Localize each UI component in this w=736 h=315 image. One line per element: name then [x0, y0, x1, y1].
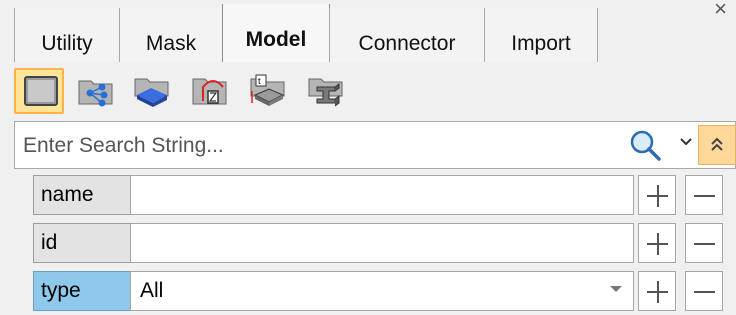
remove-filter-button[interactable] — [685, 223, 723, 263]
filter-select-type-value: All — [140, 279, 164, 302]
dimension-icon — [192, 78, 227, 105]
filter-row-type: type All — [14, 267, 736, 315]
model-browser-button[interactable] — [14, 68, 64, 114]
solid-block-icon — [134, 78, 169, 107]
dimension-button[interactable] — [186, 68, 236, 114]
beam-section-icon — [308, 78, 343, 107]
tab-mask[interactable]: Mask — [119, 8, 223, 62]
tab-connector[interactable]: Connector — [329, 8, 485, 62]
close-icon[interactable]: × — [714, 0, 727, 22]
remove-filter-button[interactable] — [685, 175, 723, 215]
tab-utility-label: Utility — [41, 32, 93, 55]
search-input[interactable] — [21, 122, 615, 170]
filter-label-id[interactable]: id — [33, 223, 137, 263]
filter-row-name: name — [14, 171, 736, 219]
browser-toolbar: t — [14, 62, 374, 118]
beam-section-button[interactable] — [302, 68, 352, 114]
dropdown-arrow-icon[interactable] — [610, 286, 622, 292]
add-filter-button[interactable] — [638, 271, 676, 311]
filter-input-name[interactable] — [130, 175, 634, 215]
filter-input-id[interactable] — [130, 223, 634, 263]
search-bar — [14, 121, 736, 170]
double-chevron-up-icon — [711, 137, 723, 151]
component-tree-icon — [78, 80, 113, 107]
filter-label-type[interactable]: type — [33, 271, 137, 311]
tab-model[interactable]: Model — [222, 4, 330, 62]
add-filter-button[interactable] — [638, 223, 676, 263]
tab-import-label: Import — [511, 32, 571, 55]
chevron-down-icon[interactable] — [679, 136, 693, 148]
remove-filter-button[interactable] — [685, 271, 723, 311]
collapse-button[interactable] — [698, 125, 736, 165]
component-tree-button[interactable] — [72, 68, 122, 114]
search-icon[interactable] — [629, 129, 663, 163]
tab-connector-label: Connector — [358, 32, 456, 55]
tab-model-label: Model — [245, 28, 307, 51]
model-browser-icon — [24, 76, 58, 106]
solid-block-button[interactable] — [128, 68, 178, 114]
filter-row-id: id — [14, 219, 736, 267]
tab-bar: Utility Mask Model Connector Import × — [0, 0, 736, 62]
tab-mask-label: Mask — [145, 32, 197, 55]
add-filter-button[interactable] — [638, 175, 676, 215]
tab-utility[interactable]: Utility — [14, 8, 120, 62]
tab-import[interactable]: Import — [484, 8, 598, 62]
filter-select-type[interactable]: All — [130, 271, 634, 311]
thickness-button[interactable]: t — [244, 68, 294, 114]
filter-label-name[interactable]: name — [33, 175, 137, 215]
thickness-icon: t — [250, 74, 285, 106]
